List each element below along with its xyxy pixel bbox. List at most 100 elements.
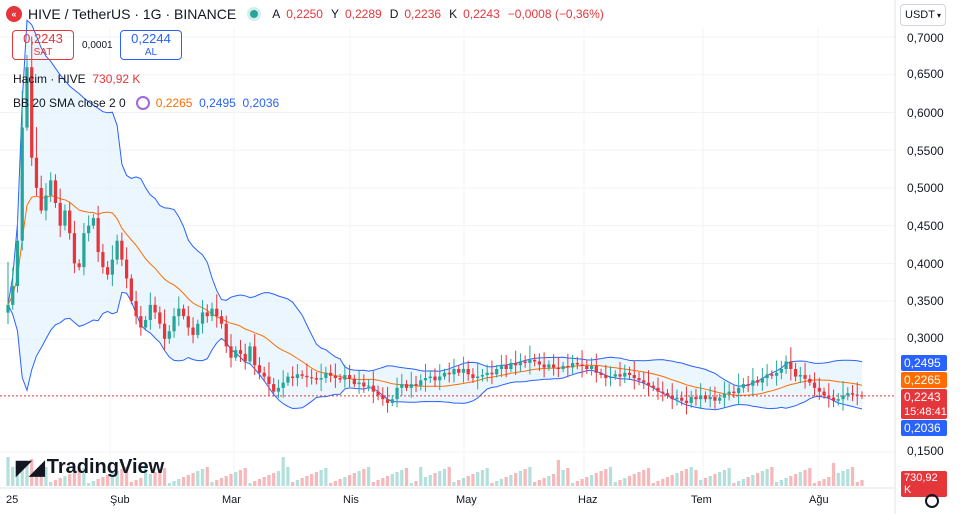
volume-bar	[680, 471, 684, 486]
candle-body	[243, 353, 247, 362]
volume-bar	[670, 475, 674, 486]
candle-body	[746, 384, 750, 386]
currency-button[interactable]: USDT ▾	[900, 4, 946, 26]
volume-bar	[376, 480, 380, 486]
volume-bar	[181, 477, 186, 486]
last-price-tag: 0,2243 15:48:41	[901, 389, 947, 419]
candle-body	[471, 374, 475, 379]
volume-bar	[803, 470, 807, 486]
volume-bar	[808, 468, 812, 486]
candle-body	[589, 365, 594, 369]
candle-body	[533, 359, 537, 362]
candle-body	[362, 382, 366, 387]
volume-bar	[53, 480, 58, 486]
candle-body	[229, 346, 233, 358]
candle-body	[751, 380, 755, 386]
candle-body	[267, 376, 271, 385]
candle-body	[760, 378, 764, 383]
volume-bar	[6, 457, 10, 486]
candle-body	[708, 396, 712, 400]
volume-bar	[784, 478, 788, 486]
candle-body	[784, 361, 788, 369]
candle-body	[381, 395, 385, 400]
volume-bar	[594, 473, 598, 486]
candle-body	[661, 391, 665, 394]
candle-body	[53, 180, 58, 203]
candle-body	[253, 346, 257, 366]
sell-button[interactable]: 0,2243 SAT	[12, 30, 74, 60]
volume-bar	[276, 471, 281, 486]
volume-bar	[542, 478, 546, 486]
candle-body	[6, 304, 10, 313]
volume-bar	[566, 468, 570, 486]
volume-bar	[618, 480, 622, 486]
candle-body	[812, 382, 817, 388]
volume-bar	[96, 479, 100, 486]
candle-body	[295, 374, 300, 379]
candle-body	[722, 393, 727, 398]
volume-indicator-legend[interactable]: Hacim · HIVE 730,92 K	[13, 72, 140, 86]
volume-bar	[333, 481, 337, 486]
volume-bar	[817, 481, 821, 486]
candle-body	[210, 308, 214, 317]
candle-body	[338, 378, 342, 380]
volume-bar	[476, 472, 480, 486]
candle-body	[205, 312, 209, 317]
volume-bar	[295, 480, 300, 486]
volume-bar	[646, 468, 651, 486]
candle-body	[504, 365, 508, 369]
volume-bar	[205, 467, 209, 486]
volume-bar	[831, 463, 836, 486]
candle-body	[39, 187, 43, 211]
candle-body	[509, 362, 513, 369]
time-tick: Ağu	[809, 494, 829, 506]
candle-body	[618, 374, 622, 377]
candle-body	[442, 372, 447, 377]
candle-body	[58, 203, 62, 226]
indicator-settings-icon[interactable]	[135, 96, 150, 110]
candle-body	[675, 397, 679, 400]
volume-bar	[423, 477, 428, 486]
volume-bar	[219, 478, 224, 486]
time-tick: Nis	[343, 494, 359, 506]
last-price-value: 0,2243	[904, 390, 941, 404]
price-tick: 0,3500	[907, 294, 944, 308]
volume-label: Hacim · HIVE	[13, 72, 86, 86]
candle-body	[110, 259, 114, 275]
candle-body	[300, 374, 304, 376]
candle-body	[49, 180, 53, 196]
volume-bar	[694, 470, 698, 486]
watermark-text: TradingView	[46, 456, 165, 478]
volume-bar	[238, 470, 243, 486]
chart-settings-icon[interactable]	[925, 494, 939, 508]
price-tick: 0,5000	[907, 181, 944, 195]
candle-body	[153, 304, 157, 313]
volume-bar	[722, 470, 727, 486]
buy-button[interactable]: 0,2244 AL	[120, 30, 182, 60]
volume-bar	[642, 470, 646, 486]
volume-bar	[509, 475, 513, 486]
sell-label: SAT	[33, 47, 53, 58]
volume-bar	[300, 478, 304, 486]
candle-body	[457, 369, 461, 373]
candle-body	[385, 399, 390, 403]
candle-body	[357, 382, 361, 385]
volume-bar	[551, 474, 556, 486]
time-tick: Tem	[691, 494, 712, 506]
volume-bar	[589, 475, 594, 486]
candle-body	[841, 395, 845, 400]
bb-indicator-legend[interactable]: BB 20 SMA close 2 0 0,2265 0,2495 0,2036	[13, 96, 279, 110]
ohlc-low-value: 0,2236	[404, 7, 442, 21]
volume-bar	[570, 483, 575, 486]
symbol-title[interactable]: HIVE / TetherUS · 1G · BINANCE	[28, 6, 236, 22]
candle-body	[352, 378, 356, 385]
volume-bar	[822, 479, 826, 486]
volume-bar	[533, 482, 537, 486]
candle-body	[115, 240, 119, 260]
volume-bar	[352, 473, 356, 486]
volume-bar	[243, 468, 247, 486]
buy-label: AL	[144, 47, 158, 58]
volume-bar	[224, 476, 228, 486]
volume-bar	[850, 467, 855, 486]
price-chart[interactable]	[0, 0, 960, 514]
